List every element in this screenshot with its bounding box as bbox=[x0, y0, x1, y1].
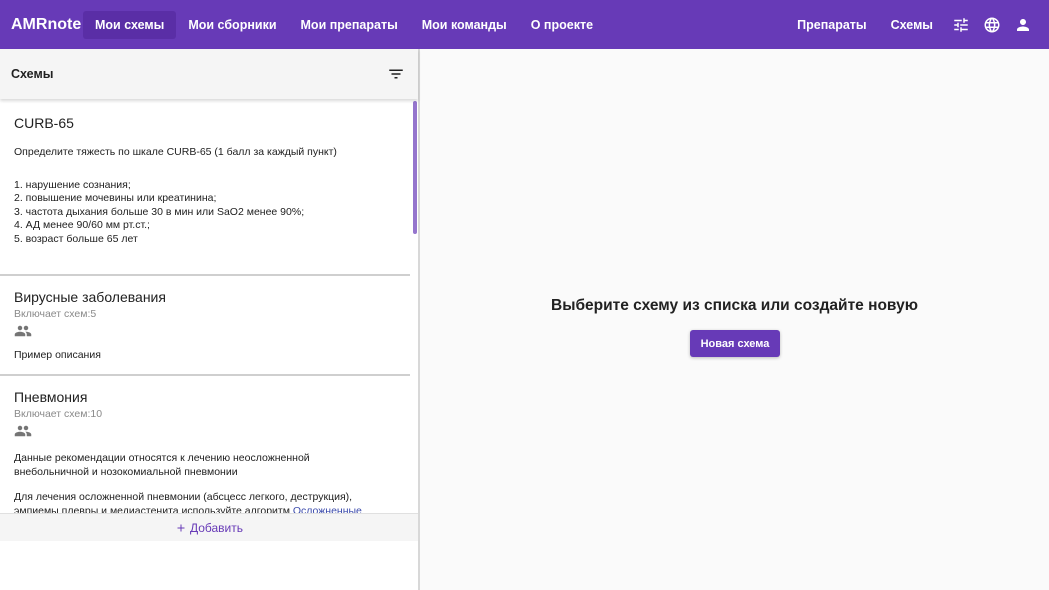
people-icon bbox=[14, 424, 396, 440]
empty-state-title: Выберите схему из списка или создайте но… bbox=[551, 297, 918, 314]
nav-my-schemes[interactable]: Мои схемы bbox=[83, 10, 177, 39]
criteria-item: 2. повышение мочевины или креатинина; bbox=[14, 192, 217, 204]
complicated-pneumonia-link[interactable]: Осложненные bbox=[293, 505, 362, 514]
top-app-bar: AMRnote Мои схемы Мои сборники Мои препа… bbox=[0, 0, 1049, 49]
criteria-item: 5. возраст больше 65 лет bbox=[14, 232, 138, 245]
nav-about[interactable]: О проекте bbox=[519, 11, 605, 39]
collection-card-title: Вирусные заболевания bbox=[14, 289, 166, 305]
collection-card-pneumonia[interactable]: Пневмония Включает схем:10 Данные рекоме… bbox=[0, 376, 410, 513]
collection-card-count: Включает схем:5 bbox=[14, 308, 97, 320]
criteria-item: 3. частота дыхания больше 30 в мин или S… bbox=[14, 205, 305, 218]
nav-my-teams[interactable]: Мои команды bbox=[410, 11, 519, 39]
collection-card-description-extra: Для лечения осложненной пневмонии (абсце… bbox=[14, 491, 386, 513]
scheme-card-description: Определите тяжесть по шкале CURB-65 (1 б… bbox=[14, 146, 337, 158]
schemes-panel-title: Схемы bbox=[11, 67, 54, 81]
scheme-card-title: CURB-65 bbox=[14, 115, 74, 131]
scheme-card-criteria: 1. нарушение сознания; 2. повышение моче… bbox=[14, 179, 396, 247]
new-scheme-button[interactable]: Новая схема bbox=[690, 330, 780, 357]
collection-card-description: Данные рекомендации относятся к лечению … bbox=[14, 452, 310, 478]
criteria-item: 4. АД менее 90/60 мм рт.ст.; bbox=[14, 219, 150, 231]
scheme-card-curb65[interactable]: CURB-65 Определите тяжесть по шкале CURB… bbox=[0, 101, 410, 276]
list-scrollbar[interactable] bbox=[413, 101, 417, 234]
tune-icon[interactable] bbox=[945, 10, 976, 40]
plus-icon bbox=[177, 524, 185, 531]
nav-drugs-link[interactable]: Препараты bbox=[785, 18, 878, 32]
criteria-item: 1. нарушение сознания; bbox=[14, 178, 131, 191]
collection-card-viral[interactable]: Вирусные заболевания Включает схем:5 При… bbox=[0, 276, 410, 376]
account-icon[interactable] bbox=[1007, 10, 1038, 40]
nav-my-drugs[interactable]: Мои препараты bbox=[289, 11, 410, 39]
filter-list-icon[interactable] bbox=[385, 63, 407, 85]
add-button-label: Добавить bbox=[189, 520, 244, 535]
app-logo[interactable]: AMRnote bbox=[11, 16, 83, 34]
add-button[interactable]: Добавить bbox=[0, 513, 418, 541]
nav-schemes-link[interactable]: Схемы bbox=[879, 18, 945, 32]
collection-card-description: Пример описания bbox=[14, 349, 101, 361]
schemes-panel-header: Схемы bbox=[0, 49, 418, 99]
people-icon bbox=[14, 324, 396, 340]
scheme-list: CURB-65 Определите тяжесть по шкале CURB… bbox=[0, 101, 418, 513]
collection-card-title: Пневмония bbox=[14, 389, 88, 405]
nav-my-collections[interactable]: Мои сборники bbox=[176, 11, 288, 39]
collection-card-count: Включает схем:10 bbox=[14, 408, 103, 420]
globe-icon[interactable] bbox=[976, 10, 1007, 40]
